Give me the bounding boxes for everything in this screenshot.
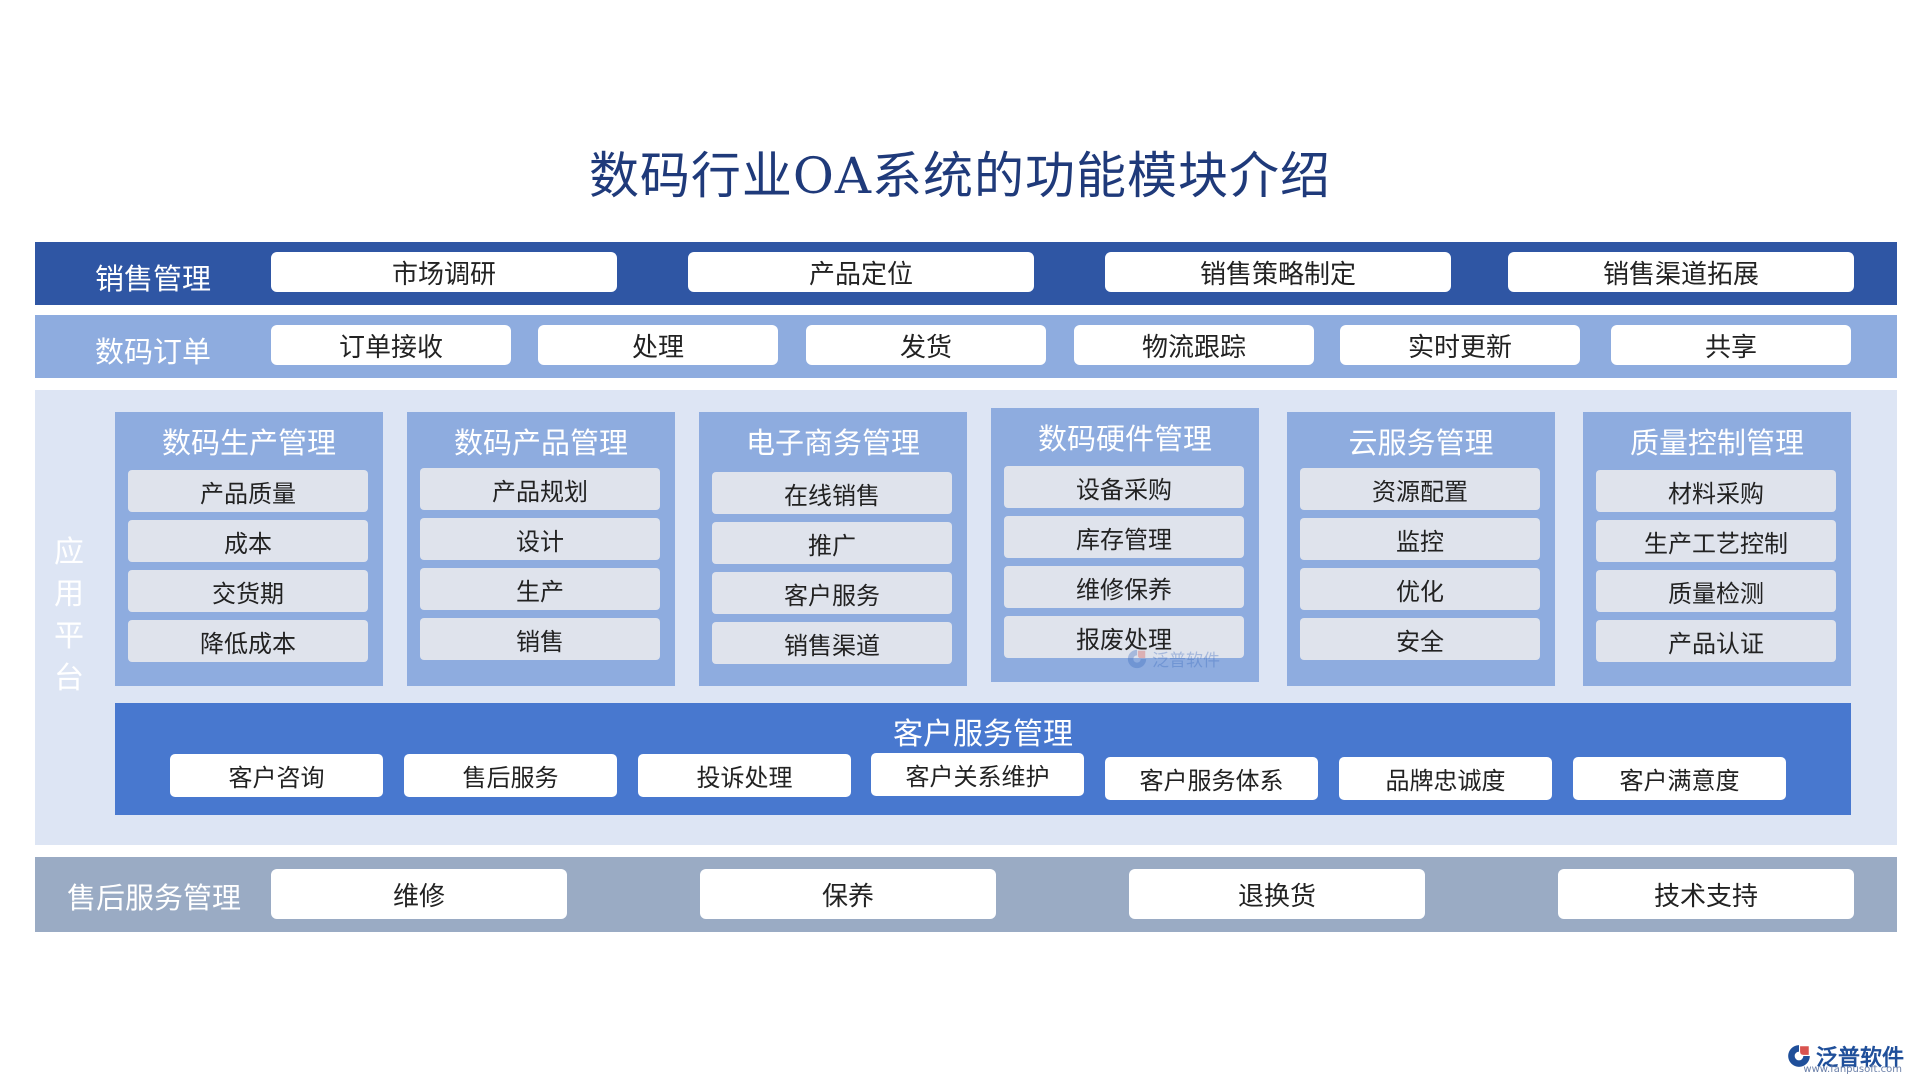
module-title: 云服务管理 bbox=[1348, 426, 1494, 460]
customer-service-title: 客户服务管理 bbox=[893, 717, 1073, 752]
module-item[interactable]: 维修保养 bbox=[1004, 566, 1244, 608]
module-title: 数码硬件管理 bbox=[1037, 422, 1212, 456]
module-item[interactable]: 销售 bbox=[420, 618, 660, 660]
customer-service-panel: 客户服务管理 客户咨询 售后服务 投诉处理 客户关系维护 客户服务体系 品牌忠诚… bbox=[115, 703, 1851, 815]
cs-item-after-sales[interactable]: 售后服务 bbox=[404, 754, 617, 797]
module-product: 数码产品管理 产品规划 设计 生产 销售 bbox=[407, 412, 675, 686]
module-item[interactable]: 生产 bbox=[420, 568, 660, 610]
cs-item-consultation[interactable]: 客户咨询 bbox=[170, 754, 383, 797]
module-item[interactable]: 设计 bbox=[420, 518, 660, 560]
cs-item-satisfaction[interactable]: 客户满意度 bbox=[1573, 757, 1786, 800]
sales-item-strategy[interactable]: 销售策略制定 bbox=[1105, 252, 1451, 292]
after-sales-item-tech-support[interactable]: 技术支持 bbox=[1558, 869, 1854, 919]
sales-management-label: 销售管理 bbox=[95, 262, 212, 296]
platform-label: 应用平台 bbox=[54, 535, 84, 696]
cs-item-brand-loyalty[interactable]: 品牌忠诚度 bbox=[1339, 757, 1552, 800]
application-platform: 应用平台 数码生产管理 产品质量 成本 交货期 降低成本 数码产品管理 产品规划… bbox=[35, 390, 1897, 845]
page-title: 数码行业OA系统的功能模块介绍 bbox=[588, 147, 1332, 205]
module-item[interactable]: 库存管理 bbox=[1004, 516, 1244, 558]
module-title: 数码生产管理 bbox=[161, 426, 336, 460]
module-item[interactable]: 安全 bbox=[1300, 618, 1540, 660]
module-item[interactable]: 产品规划 bbox=[420, 468, 660, 510]
order-item-share[interactable]: 共享 bbox=[1611, 325, 1851, 365]
module-item[interactable]: 交货期 bbox=[128, 570, 368, 612]
sales-management-band: 销售管理 市场调研 产品定位 销售策略制定 销售渠道拓展 bbox=[35, 242, 1897, 305]
brand-url: www.fanpusoft.com bbox=[1803, 1064, 1902, 1075]
module-item[interactable]: 资源配置 bbox=[1300, 468, 1540, 510]
module-title: 电子商务管理 bbox=[745, 426, 920, 460]
module-item[interactable]: 推广 bbox=[712, 522, 952, 564]
module-item[interactable]: 销售渠道 bbox=[712, 622, 952, 664]
watermark-text: 泛普软件 bbox=[1152, 651, 1220, 671]
module-item[interactable]: 生产工艺控制 bbox=[1596, 520, 1836, 562]
module-item[interactable]: 客户服务 bbox=[712, 572, 952, 614]
module-item[interactable]: 质量检测 bbox=[1596, 570, 1836, 612]
order-item-process[interactable]: 处理 bbox=[538, 325, 778, 365]
order-item-realtime-update[interactable]: 实时更新 bbox=[1340, 325, 1580, 365]
module-item[interactable]: 设备采购 bbox=[1004, 466, 1244, 508]
sales-item-product-positioning[interactable]: 产品定位 bbox=[688, 252, 1034, 292]
order-item-receive[interactable]: 订单接收 bbox=[271, 325, 511, 365]
module-cloud: 云服务管理 资源配置 监控 优化 安全 bbox=[1287, 412, 1555, 686]
module-item[interactable]: 监控 bbox=[1300, 518, 1540, 560]
sales-item-market-research[interactable]: 市场调研 bbox=[271, 252, 617, 292]
fanpu-logo-icon bbox=[1127, 649, 1147, 668]
module-item[interactable]: 成本 bbox=[128, 520, 368, 562]
module-item[interactable]: 材料采购 bbox=[1596, 470, 1836, 512]
after-sales-band: 售后服务管理 维修 保养 退换货 技术支持 bbox=[35, 857, 1897, 932]
module-title: 数码产品管理 bbox=[453, 426, 628, 460]
sales-item-channel-expansion[interactable]: 销售渠道拓展 bbox=[1508, 252, 1854, 292]
module-title: 质量控制管理 bbox=[1629, 426, 1804, 460]
after-sales-item-maintenance[interactable]: 保养 bbox=[700, 869, 996, 919]
module-item[interactable]: 产品质量 bbox=[128, 470, 368, 512]
digital-orders-band: 数码订单 订单接收 处理 发货 物流跟踪 实时更新 共享 bbox=[35, 315, 1897, 378]
digital-orders-label: 数码订单 bbox=[95, 335, 212, 369]
watermark-logo: 泛普软件 bbox=[1126, 646, 1220, 671]
order-item-ship[interactable]: 发货 bbox=[806, 325, 1046, 365]
after-sales-item-repair[interactable]: 维修 bbox=[271, 869, 567, 919]
module-item[interactable]: 在线销售 bbox=[712, 472, 952, 514]
cs-item-relationship[interactable]: 客户关系维护 bbox=[871, 753, 1084, 796]
module-quality: 质量控制管理 材料采购 生产工艺控制 质量检测 产品认证 bbox=[1583, 412, 1851, 686]
module-ecommerce: 电子商务管理 在线销售 推广 客户服务 销售渠道 bbox=[699, 412, 967, 686]
cs-item-service-system[interactable]: 客户服务体系 bbox=[1105, 757, 1318, 800]
module-hardware: 数码硬件管理 设备采购 库存管理 维修保养 报废处理 bbox=[991, 408, 1259, 682]
cs-item-complaints[interactable]: 投诉处理 bbox=[638, 754, 851, 797]
order-item-tracking[interactable]: 物流跟踪 bbox=[1074, 325, 1314, 365]
module-production: 数码生产管理 产品质量 成本 交货期 降低成本 bbox=[115, 412, 383, 686]
module-item[interactable]: 产品认证 bbox=[1596, 620, 1836, 662]
module-item[interactable]: 优化 bbox=[1300, 568, 1540, 610]
module-item[interactable]: 降低成本 bbox=[128, 620, 368, 662]
after-sales-label: 售后服务管理 bbox=[67, 881, 242, 915]
after-sales-item-returns[interactable]: 退换货 bbox=[1129, 869, 1425, 919]
